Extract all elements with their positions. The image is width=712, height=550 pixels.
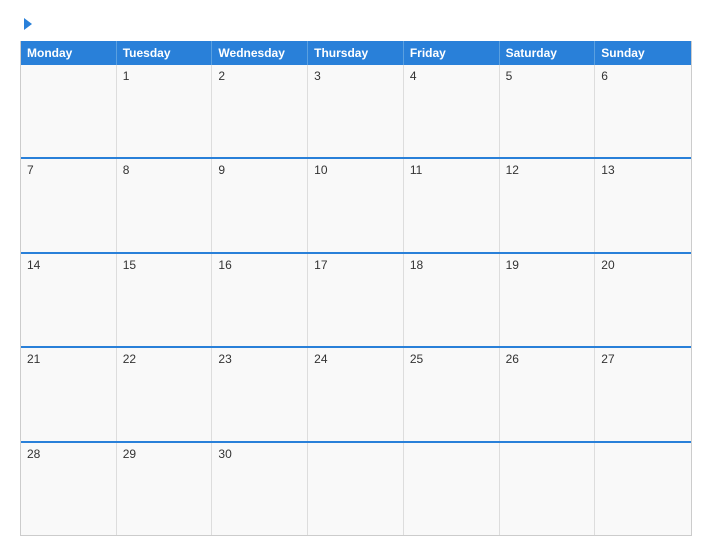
day-number: 28 [27, 447, 40, 461]
calendar-cell: 16 [212, 254, 308, 346]
calendar-cell: 12 [500, 159, 596, 251]
calendar-week-4: 21 22 23 24 25 26 27 [21, 346, 691, 440]
calendar-cell: 2 [212, 65, 308, 157]
day-number: 26 [506, 352, 519, 366]
calendar-cell: 8 [117, 159, 213, 251]
header-day-tuesday: Tuesday [117, 41, 213, 65]
day-number: 1 [123, 69, 130, 83]
calendar-week-1: 1 2 3 4 5 6 [21, 65, 691, 157]
calendar-cell: 20 [595, 254, 691, 346]
day-number: 22 [123, 352, 136, 366]
calendar-cell [21, 65, 117, 157]
day-number: 11 [410, 163, 422, 177]
calendar-cell: 10 [308, 159, 404, 251]
day-number: 5 [506, 69, 513, 83]
day-number: 4 [410, 69, 417, 83]
day-number: 15 [123, 258, 136, 272]
day-number: 9 [218, 163, 225, 177]
calendar-cell: 7 [21, 159, 117, 251]
day-number: 23 [218, 352, 231, 366]
day-number: 29 [123, 447, 136, 461]
logo [20, 18, 32, 31]
calendar-cell: 30 [212, 443, 308, 535]
calendar-cell [595, 443, 691, 535]
calendar-week-3: 14 15 16 17 18 19 20 [21, 252, 691, 346]
day-number: 17 [314, 258, 327, 272]
calendar-cell: 22 [117, 348, 213, 440]
calendar-cell: 27 [595, 348, 691, 440]
calendar-cell: 3 [308, 65, 404, 157]
header-day-thursday: Thursday [308, 41, 404, 65]
calendar-cell: 28 [21, 443, 117, 535]
calendar-cell: 14 [21, 254, 117, 346]
day-number: 12 [506, 163, 519, 177]
calendar-cell: 1 [117, 65, 213, 157]
calendar-cell: 4 [404, 65, 500, 157]
calendar-cell [500, 443, 596, 535]
calendar-cell: 17 [308, 254, 404, 346]
calendar-cell: 15 [117, 254, 213, 346]
calendar-cell [404, 443, 500, 535]
header-day-saturday: Saturday [500, 41, 596, 65]
day-number: 8 [123, 163, 130, 177]
day-number: 10 [314, 163, 327, 177]
calendar-cell: 5 [500, 65, 596, 157]
day-number: 24 [314, 352, 327, 366]
logo-triangle-icon [24, 18, 32, 30]
day-number: 7 [27, 163, 34, 177]
calendar-cell: 25 [404, 348, 500, 440]
calendar-grid: MondayTuesdayWednesdayThursdayFridaySatu… [20, 41, 692, 536]
header-day-wednesday: Wednesday [212, 41, 308, 65]
logo-blue-row [20, 18, 32, 31]
calendar-cell: 29 [117, 443, 213, 535]
header [20, 18, 692, 31]
header-day-friday: Friday [404, 41, 500, 65]
calendar-cell: 11 [404, 159, 500, 251]
calendar-cell: 9 [212, 159, 308, 251]
calendar-cell: 21 [21, 348, 117, 440]
day-number: 19 [506, 258, 519, 272]
day-number: 21 [27, 352, 40, 366]
day-number: 30 [218, 447, 231, 461]
header-day-monday: Monday [21, 41, 117, 65]
calendar-cell [308, 443, 404, 535]
calendar-cell: 18 [404, 254, 500, 346]
calendar-week-2: 7 8 9 10 11 12 13 [21, 157, 691, 251]
day-number: 2 [218, 69, 225, 83]
day-number: 20 [601, 258, 614, 272]
day-number: 14 [27, 258, 40, 272]
day-number: 18 [410, 258, 423, 272]
day-number: 25 [410, 352, 423, 366]
calendar-cell: 13 [595, 159, 691, 251]
calendar-cell: 6 [595, 65, 691, 157]
calendar-cell: 26 [500, 348, 596, 440]
calendar-cell: 23 [212, 348, 308, 440]
header-day-sunday: Sunday [595, 41, 691, 65]
day-number: 13 [601, 163, 614, 177]
day-number: 16 [218, 258, 231, 272]
calendar-week-5: 28 29 30 [21, 441, 691, 535]
calendar-cell: 19 [500, 254, 596, 346]
calendar-cell: 24 [308, 348, 404, 440]
calendar-body: 1234567891011121314151617181920212223242… [21, 65, 691, 535]
day-number: 6 [601, 69, 608, 83]
calendar-page: MondayTuesdayWednesdayThursdayFridaySatu… [0, 0, 712, 550]
day-number: 27 [601, 352, 614, 366]
calendar-header: MondayTuesdayWednesdayThursdayFridaySatu… [21, 41, 691, 65]
day-number: 3 [314, 69, 321, 83]
